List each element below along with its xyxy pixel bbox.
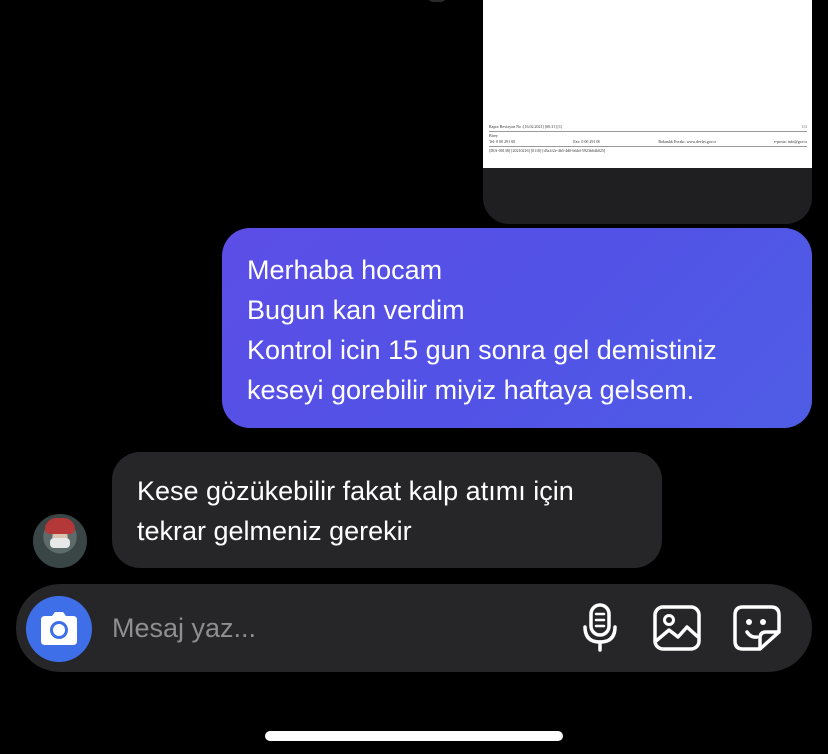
top-indicator [426,0,448,2]
doc-footer-email: e-posta: info@gov.tr [774,139,807,144]
incoming-message-bubble[interactable]: Kese gözükebilir fakat kalp atımı için t… [112,452,662,568]
gallery-button[interactable] [650,602,704,654]
message-line: tekrar gelmeniz gerekir [137,516,412,546]
doc-footer-revision-label: Rapor Revizyon No : [489,124,524,129]
message-line: Kese gözükebilir fakat kalp atımı için [137,476,574,506]
doc-divider [489,146,807,147]
microphone-button[interactable] [576,602,624,654]
doc-footer-fax: Fax: 0 00 291 00 [573,139,601,144]
sticker-icon [733,605,781,651]
sender-avatar[interactable] [33,514,87,568]
avatar-cap [45,518,75,534]
image-message[interactable]: Rapor Revizyon No : [16.02.2021] [00:31]… [483,0,812,224]
message-composer [16,584,812,672]
doc-footer-page: 1/1 [801,124,807,129]
microphone-icon [583,603,617,652]
message-input[interactable] [112,606,532,650]
document-footer: Rapor Revizyon No : [16.02.2021] [00:31]… [489,124,807,154]
doc-footer-code: [DIA-00138] [20210216] [0110] [d3a1f2e-4… [489,148,606,153]
outgoing-message-bubble[interactable]: Merhaba hocam Bugun kan verdim Kontrol i… [222,228,812,428]
doc-footer-web: Bakanlık Evrakı: www.devlet.gov.tr [658,139,716,144]
message-line: Merhaba hocam [247,255,443,285]
document-image: Rapor Revizyon No : [16.02.2021] [00:31]… [483,0,812,168]
chat-screen: Rapor Revizyon No : [16.02.2021] [00:31]… [0,0,828,754]
gallery-icon [653,605,701,651]
camera-icon [41,612,77,645]
message-line: keseyi gorebilir miyiz haftaya gelsem. [247,375,695,405]
doc-divider [489,131,807,132]
doc-footer-revision-value: [16.02.2021] [00:31] [1] [523,124,563,129]
home-indicator[interactable] [265,731,563,741]
message-line: Kontrol icin 15 gun sonra gel demistiniz [247,335,717,365]
avatar-mask [50,538,70,548]
camera-button[interactable] [26,596,92,662]
sticker-button[interactable] [730,602,784,654]
doc-footer-phone: Tel: 0 00 291 00 [489,139,516,144]
message-line: Bugun kan verdim [247,295,465,325]
